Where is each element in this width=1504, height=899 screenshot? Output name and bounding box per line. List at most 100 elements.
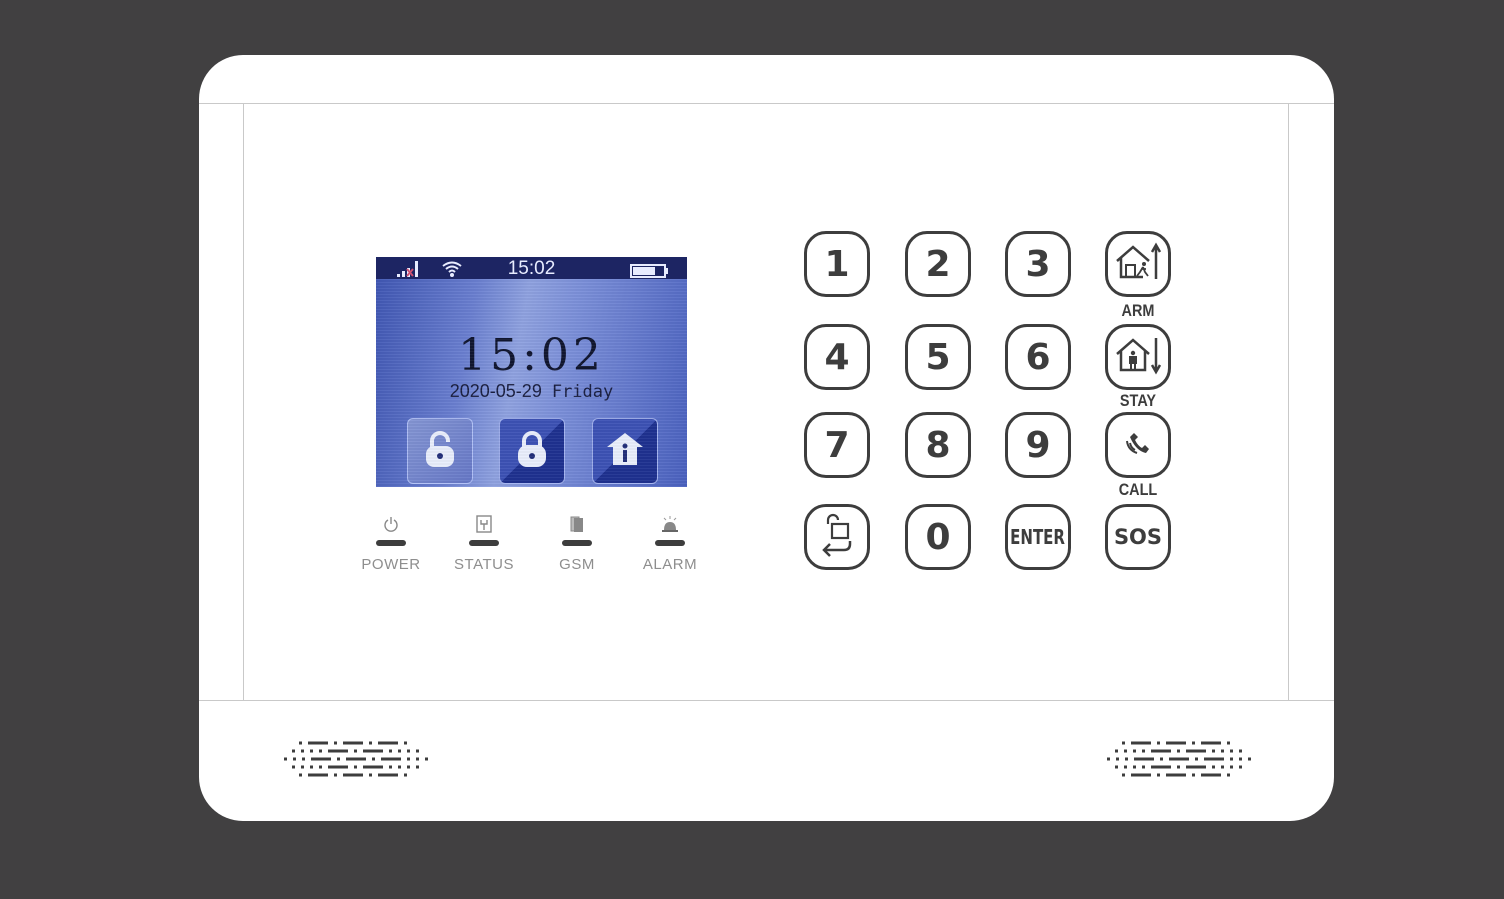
grille-hole [354, 765, 357, 769]
grille-hole [343, 773, 363, 777]
speaker-grille-left [283, 739, 429, 784]
speaker-grille-right [1106, 739, 1252, 784]
grille-hole [416, 757, 419, 761]
grille-hole [407, 749, 410, 753]
indicator-label: POWER [361, 556, 421, 573]
key-0[interactable]: 0 [905, 504, 971, 570]
grille-hole [398, 765, 401, 769]
grille-hole [310, 765, 313, 769]
key-3[interactable]: 3 [1005, 231, 1071, 297]
grille-hole [334, 741, 337, 745]
lcd-date-line: 2020-05-29 Friday [376, 381, 687, 402]
key-4[interactable]: 4 [804, 324, 870, 390]
key-2[interactable]: 2 [905, 231, 971, 297]
grille-hole [310, 749, 313, 753]
key-label: 4 [824, 336, 850, 378]
grille-hole [1248, 757, 1251, 761]
grille-hole [1125, 757, 1128, 761]
grille-hole [337, 757, 340, 761]
grille-hole [319, 749, 322, 753]
grille-hole [1107, 757, 1110, 761]
grille-hole [398, 749, 401, 753]
grille-hole [1227, 741, 1230, 745]
grille-hole [311, 757, 331, 761]
grille-hole [1227, 773, 1230, 777]
grille-hole [381, 757, 401, 761]
disarm-return-icon [814, 510, 860, 565]
grille-hole [407, 765, 410, 769]
key-stay[interactable] [1105, 324, 1171, 390]
key-enter[interactable]: ENTER [1005, 504, 1071, 570]
grille-hole [1230, 757, 1233, 761]
grille-hole [425, 757, 428, 761]
lcd-disarm-button[interactable] [407, 418, 473, 484]
key-9[interactable]: 9 [1005, 412, 1071, 478]
sim-card-icon [532, 514, 622, 534]
key-7[interactable]: 7 [804, 412, 870, 478]
lcd-stay-button[interactable] [592, 418, 658, 484]
key-call[interactable] [1105, 412, 1171, 478]
grille-hole [1116, 757, 1119, 761]
key-label: ENTER [1010, 525, 1066, 549]
key-disarm[interactable] [804, 504, 870, 570]
grille-hole [301, 749, 304, 753]
grille-hole [354, 749, 357, 753]
key-8[interactable]: 8 [905, 412, 971, 478]
lcd-clock: 15:02 [458, 330, 605, 381]
grille-hole [292, 765, 295, 769]
home-person-icon [604, 429, 646, 474]
grille-hole [1134, 757, 1154, 761]
frame-line-right [1288, 103, 1289, 700]
power-icon [346, 514, 436, 534]
key-arm[interactable] [1105, 231, 1171, 297]
grille-hole [1142, 749, 1145, 753]
frame-line-bottom [199, 700, 1334, 701]
lcd-date: 2020-05-29 [449, 381, 542, 401]
grille-hole [328, 765, 348, 769]
grille-hole [1115, 749, 1118, 753]
frame-line-left [243, 103, 244, 700]
grille-hole [416, 765, 419, 769]
grille-hole [1239, 749, 1242, 753]
grille-hole [1151, 749, 1171, 753]
grille-hole [1133, 749, 1136, 753]
call-caption: CALL [1118, 480, 1158, 499]
unlock-icon [420, 429, 460, 474]
grille-hole [1157, 773, 1160, 777]
grille-hole [1230, 765, 1233, 769]
grille-hole [1131, 773, 1151, 777]
grille-hole [299, 741, 302, 745]
key-sos[interactable]: SOS [1105, 504, 1171, 570]
grille-hole [284, 757, 287, 761]
key-label: 6 [1025, 336, 1051, 378]
grille-hole [1122, 773, 1125, 777]
indicator-power: POWER [346, 514, 436, 573]
key-6[interactable]: 6 [1005, 324, 1071, 390]
grille-hole [346, 757, 366, 761]
grille-hole [1221, 749, 1224, 753]
grille-hole [308, 741, 328, 745]
key-1[interactable]: 1 [804, 231, 870, 297]
grille-hole [1133, 765, 1136, 769]
grille-hole [1142, 765, 1145, 769]
grille-hole [308, 773, 328, 777]
key-5[interactable]: 5 [905, 324, 971, 390]
grille-hole [407, 757, 410, 761]
key-label: 3 [1025, 243, 1051, 285]
phone-call-icon [1120, 425, 1156, 466]
indicator-gsm: GSM [532, 514, 622, 573]
key-label: 0 [925, 516, 951, 558]
grille-hole [292, 749, 295, 753]
lcd-arm-button[interactable] [499, 418, 565, 484]
grille-hole [1177, 765, 1180, 769]
key-label: 2 [925, 243, 951, 285]
key-label: SOS [1113, 525, 1163, 549]
grille-hole [319, 765, 322, 769]
lcd-screen[interactable]: 15:02 15:02 2020-05-29 Friday [376, 257, 687, 487]
grille-hole [404, 773, 407, 777]
arm-stay-icon [1113, 332, 1163, 383]
grille-hole [1160, 757, 1163, 761]
grille-hole [1115, 765, 1118, 769]
grille-hole [372, 757, 375, 761]
battery-icon [630, 262, 670, 283]
